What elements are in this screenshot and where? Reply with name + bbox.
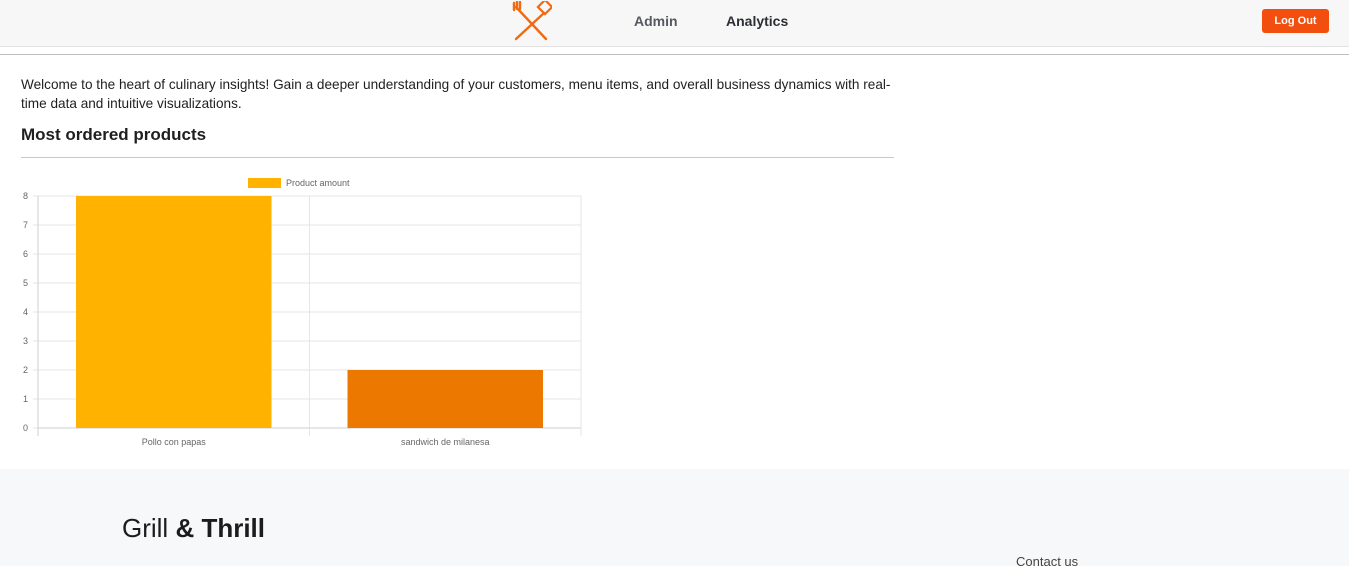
contact-link[interactable]: Contact us [1016, 554, 1078, 566]
y-tick-label: 0 [23, 423, 28, 433]
y-tick-label: 4 [23, 307, 28, 317]
nav-link-admin[interactable]: Admin [634, 13, 678, 29]
footer-brand: Grill & Thrill [122, 513, 265, 544]
brand-light: Grill [122, 513, 169, 543]
y-tick-label: 1 [23, 394, 28, 404]
intro-text: Welcome to the heart of culinary insight… [21, 77, 891, 111]
header-divider [0, 54, 1349, 55]
top-navbar: Admin Analytics Log Out [0, 0, 1349, 47]
footer: Grill & Thrill Contact us [0, 469, 1349, 566]
legend-swatch [248, 178, 281, 188]
brand-bold: & Thrill [175, 513, 266, 543]
nav-link-analytics[interactable]: Analytics [726, 13, 788, 29]
section-divider [21, 157, 894, 158]
y-tick-label: 7 [23, 220, 28, 230]
crossed-fork-spatula-icon[interactable] [512, 1, 552, 41]
y-tick-label: 5 [23, 278, 28, 288]
x-tick-label: Pollo con papas [142, 437, 207, 447]
x-tick-label: sandwich de milanesa [401, 437, 490, 447]
y-tick-label: 6 [23, 249, 28, 259]
bar [76, 196, 272, 428]
y-tick-label: 3 [23, 336, 28, 346]
y-tick-label: 2 [23, 365, 28, 375]
y-tick-label: 8 [23, 191, 28, 201]
logout-button[interactable]: Log Out [1262, 9, 1329, 33]
bar [347, 370, 543, 428]
most-ordered-products-chart: 0 1 2 3 4 5 6 7 8 Pollo con papas sandwich de mila… [23, 178, 582, 447]
legend-label: Product amount [286, 178, 350, 188]
section-title: Most ordered products [21, 125, 207, 144]
